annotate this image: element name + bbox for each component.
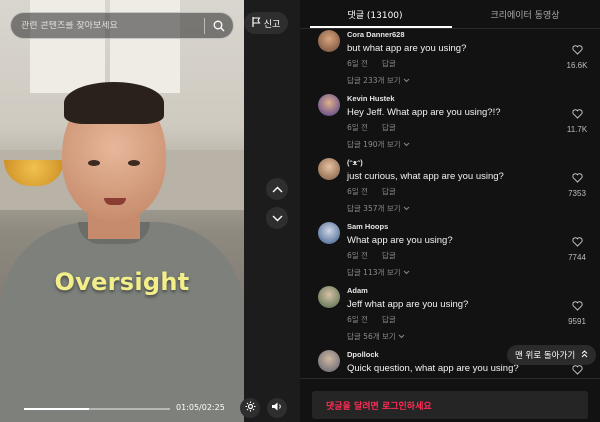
chevron-down-icon: [403, 268, 410, 277]
tabs-divider: [300, 28, 600, 29]
comment-username[interactable]: (ᵔᴥᵔ): [347, 158, 587, 167]
chevron-down-icon: [403, 76, 410, 85]
chevron-down-icon: [398, 332, 405, 341]
comment-age: 6일 전: [347, 59, 368, 68]
reply-button[interactable]: 답글: [382, 186, 396, 197]
heart-icon: [571, 298, 583, 315]
like-count: 9591: [568, 317, 586, 326]
avatar[interactable]: [318, 222, 340, 244]
report-button[interactable]: 신고: [244, 12, 288, 34]
like-count: 16.6K: [566, 61, 588, 70]
comment-username[interactable]: Adam: [347, 286, 587, 295]
tab-creator-videos[interactable]: 크리에이터 동영상: [450, 0, 600, 28]
view-replies-button[interactable]: 답글 233개 보기: [347, 75, 587, 86]
comment-age: 6일 전: [347, 251, 368, 260]
like-button[interactable]: 7353: [562, 170, 592, 198]
chevron-down-icon: [272, 209, 283, 227]
reply-button[interactable]: 답글: [382, 122, 396, 133]
comment-text: but what app are you using?: [347, 43, 467, 54]
search-icon[interactable]: [205, 20, 233, 32]
comment-username[interactable]: Sam Hoops: [347, 222, 587, 231]
comment-body: Kevin Hustek Hey Jeff. What app are you …: [347, 94, 587, 150]
like-button[interactable]: 7744: [562, 234, 592, 262]
view-replies-label: 답글 357개 보기: [347, 204, 401, 213]
video-time: 01:05/02:25: [176, 403, 225, 412]
back-to-top-button[interactable]: 맨 위로 돌아가기: [507, 345, 597, 365]
chevron-up-icon: [272, 180, 283, 198]
heart-icon: [571, 234, 583, 251]
like-button[interactable]: 11.7K: [562, 106, 592, 134]
search-input[interactable]: [11, 20, 204, 31]
comment-meta: 6일 전 답글: [347, 122, 587, 133]
heart-icon: [571, 170, 583, 187]
like-button[interactable]: 9591: [562, 298, 592, 326]
comment-body: Cora Danner628 but what app are you usin…: [347, 30, 587, 86]
next-video-button[interactable]: [266, 207, 288, 229]
playback-settings-button[interactable]: [240, 398, 260, 418]
reply-button[interactable]: 답글: [382, 314, 396, 325]
comment-username[interactable]: Cora Danner628: [347, 30, 587, 39]
chevron-up-icon: [581, 349, 588, 361]
view-replies-button[interactable]: 답글 56개 보기: [347, 331, 587, 342]
panel-tabs: 댓글 (13100) 크리에이터 동영상: [300, 0, 600, 28]
reply-button[interactable]: 답글: [382, 250, 396, 261]
comment-body: Adam Jeff what app are you using? 6일 전 답…: [347, 286, 587, 342]
previous-video-button[interactable]: [266, 178, 288, 200]
comment-body: Sam Hoops What app are you using? 6일 전 답…: [347, 222, 587, 278]
like-button[interactable]: 16.6K: [562, 42, 592, 70]
login-to-comment-button[interactable]: 댓글을 달려면 로그인하세요: [312, 391, 588, 419]
search-bar[interactable]: [10, 12, 234, 39]
video-caption-text: Oversight: [54, 268, 190, 296]
video-progress-fill: [24, 408, 90, 410]
person-shirt: [0, 222, 244, 422]
flag-icon: [252, 16, 261, 30]
comment-meta: 6일 전 답글: [347, 186, 587, 197]
chevron-down-icon: [403, 204, 410, 213]
avatar[interactable]: [318, 350, 340, 372]
volume-icon: [271, 399, 283, 417]
report-label: 신고: [263, 19, 281, 30]
tab-comments[interactable]: 댓글 (13100): [300, 0, 450, 28]
comment-footer: 댓글을 달려면 로그인하세요: [300, 378, 600, 422]
comment-text: just curious, what app are you using?: [347, 171, 504, 182]
view-replies-label: 답글 113개 보기: [347, 268, 401, 277]
comment-username[interactable]: Kevin Hustek: [347, 94, 587, 103]
comment-text: What app are you using?: [347, 235, 453, 246]
like-count: 11.7K: [566, 125, 588, 134]
comment-body: (ᵔᴥᵔ) just curious, what app are you usi…: [347, 158, 587, 214]
comment-age: 6일 전: [347, 315, 368, 324]
view-replies-button[interactable]: 답글 190개 보기: [347, 139, 587, 150]
person-hair: [64, 82, 164, 124]
gear-icon: [245, 399, 256, 417]
view-replies-label: 답글 56개 보기: [347, 332, 396, 341]
avatar[interactable]: [318, 94, 340, 116]
comment-text: Jeff what app are you using?: [347, 299, 469, 310]
comment-meta: 6일 전 답글: [347, 58, 587, 69]
video-player[interactable]: Oversight 01:05/02:25: [0, 0, 244, 422]
volume-button[interactable]: [267, 398, 287, 418]
like-count: 7744: [568, 253, 586, 262]
avatar[interactable]: [318, 158, 340, 180]
comment-meta: 6일 전 답글: [347, 314, 587, 325]
comment-age: 6일 전: [347, 123, 368, 132]
video-progress-bar[interactable]: [24, 408, 170, 410]
heart-icon: [571, 42, 583, 59]
reply-button[interactable]: 답글: [382, 58, 396, 69]
comment-text: Hey Jeff. What app are you using?!?: [347, 107, 501, 118]
person-eye-right: [128, 160, 140, 166]
avatar[interactable]: [318, 286, 340, 308]
like-count: 7353: [568, 189, 586, 198]
comment-age: 6일 전: [347, 187, 368, 196]
view-replies-label: 답글 233개 보기: [347, 76, 401, 85]
person-mouth: [104, 198, 126, 205]
view-replies-button[interactable]: 답글 357개 보기: [347, 203, 587, 214]
back-to-top-label: 맨 위로 돌아가기: [515, 351, 576, 361]
view-replies-button[interactable]: 답글 113개 보기: [347, 267, 587, 278]
comment-meta: 6일 전 답글: [347, 250, 587, 261]
avatar[interactable]: [318, 30, 340, 52]
heart-icon: [571, 106, 583, 123]
view-replies-label: 답글 190개 보기: [347, 140, 401, 149]
chevron-down-icon: [403, 140, 410, 149]
person-eye-left: [88, 160, 100, 166]
